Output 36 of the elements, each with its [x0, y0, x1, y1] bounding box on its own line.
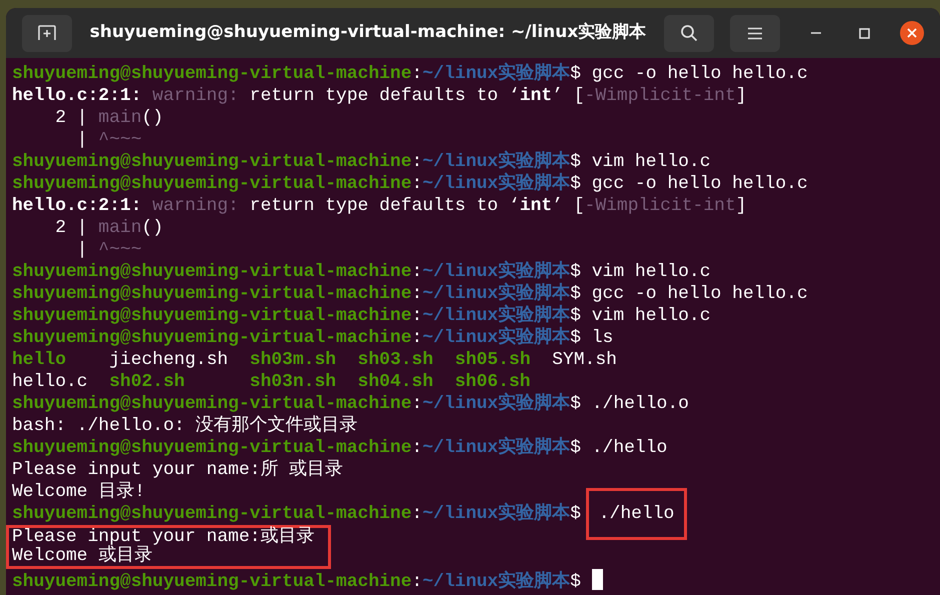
terminal-line: shuyueming@shuyueming-virtual-machine:~/linux实验脚本$ gcc -o hello hello.c — [12, 283, 809, 304]
terminal-line: shuyueming@shuyueming-virtual-machine:~/linux实验脚本$ vim hello.c — [12, 305, 712, 326]
menu-button[interactable] — [730, 14, 780, 52]
new-tab-button[interactable] — [22, 14, 72, 52]
terminal-line: shuyueming@shuyueming-virtual-machine:~/linux实验脚本$ gcc -o hello hello.c — [12, 173, 809, 195]
terminal-line: hello.c:2:1: warning: return type defaults to ‘int’ [-Wimplicit-int] — [12, 85, 748, 107]
terminal-line: | ^~~~ — [76, 239, 143, 261]
new-tab-icon — [38, 25, 56, 41]
close-icon — [907, 28, 917, 38]
close-button[interactable] — [900, 21, 924, 45]
terminal-line: shuyueming@shuyueming-virtual-machine:~/linux实验脚本$ ./hello — [12, 437, 668, 459]
cursor — [592, 569, 603, 590]
maximize-icon — [858, 28, 870, 38]
terminal-line: bash: ./hello.o: 没有那个文件或目录 — [12, 415, 359, 437]
terminal-line: hello jiecheng.sh sh03m.sh sh03.sh sh05.sh SYM.sh — [12, 349, 618, 371]
search-icon — [680, 24, 698, 42]
terminal-line: shuyueming@shuyueming-virtual-machine:~/linux实验脚本$ gcc -o hello hello.c — [12, 63, 809, 85]
terminal-line: | ^~~~ — [76, 129, 143, 151]
terminal-line: shuyueming@shuyueming-virtual-machine:~/linux实验脚本$ ./hello.o — [12, 393, 690, 415]
highlighted-command: ./hello — [586, 488, 688, 540]
terminal-line: shuyueming@shuyueming-virtual-machine:~/linux实验脚本$ vim hello.c — [12, 151, 712, 172]
terminal-line: shuyueming@shuyueming-virtual-machine:~/linux实验脚本$ ls — [12, 327, 614, 349]
menu-icon — [747, 26, 763, 40]
terminal-line: Please input your name:所 或目录 — [12, 459, 344, 481]
terminal-line: Welcome 或目录 — [12, 547, 154, 566]
terminal-line: 2 | main() — [54, 217, 164, 239]
minimize-icon — [811, 32, 821, 34]
terminal-line: 2 | main() — [54, 107, 164, 129]
terminal-line: hello.c:2:1: warning: return type defaults to ‘int’ [-Wimplicit-int] — [12, 195, 748, 217]
terminal-line: Welcome 目录! — [12, 481, 146, 503]
terminal-line: shuyueming@shuyueming-virtual-machine:~/linux实验脚本$ vim hello.c — [12, 261, 712, 282]
terminal-text: shuyueming@shuyueming-virtual-machine:~/linux实验脚本$ — [12, 572, 582, 592]
search-button[interactable] — [664, 14, 714, 52]
terminal-text: shuyueming@shuyueming-virtual-machine:~/linux实验脚本$ — [12, 504, 582, 524]
window-title: shuyueming@shuyueming-virtual-machine: ~/linux实验脚本 — [90, 22, 646, 42]
terminal-line: hello.c sh02.sh sh03n.sh sh04.sh sh06.sh — [12, 371, 532, 392]
